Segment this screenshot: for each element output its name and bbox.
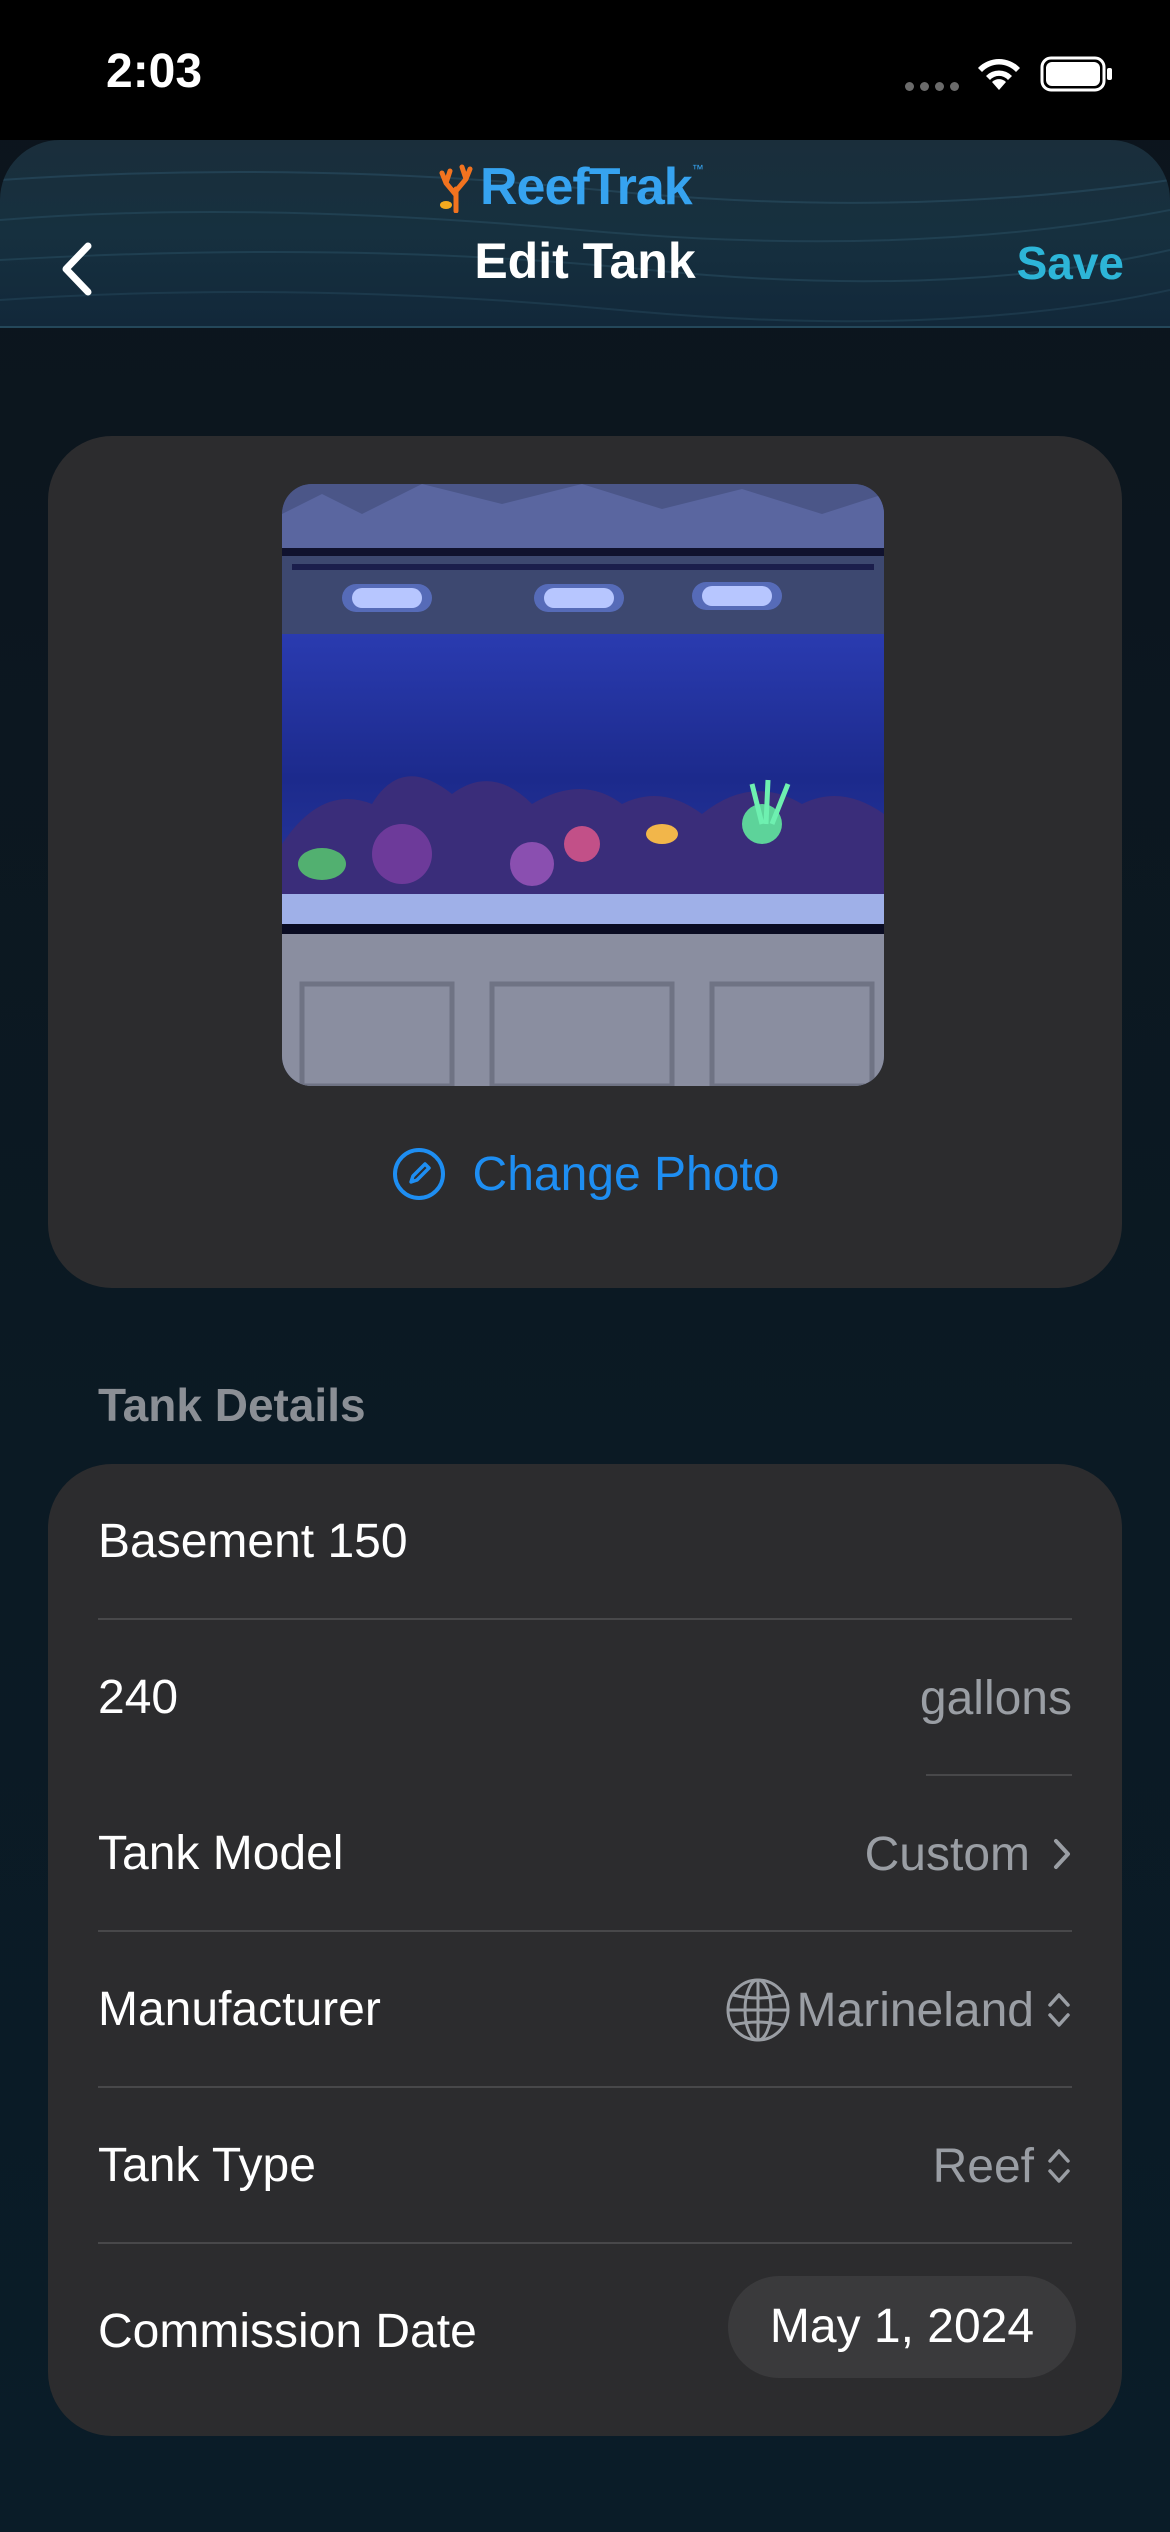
tank-name-field[interactable]: Basement 150 (48, 1464, 1122, 1620)
chevron-up-down-icon (1048, 1993, 1070, 2027)
tank-type-picker[interactable]: Reef (933, 2088, 1072, 2244)
chevron-right-icon (1054, 1839, 1070, 1869)
globe-icon (726, 1978, 790, 2042)
save-button[interactable]: Save (1017, 236, 1124, 290)
commission-date-label: Commission Date (98, 2305, 477, 2358)
tank-volume-field[interactable]: 240 gallons (48, 1620, 1122, 1776)
status-bar: 2:03 (0, 0, 1170, 140)
change-photo-label: Change Photo (472, 1147, 780, 1201)
tank-model-value-group: Custom (865, 1776, 1072, 1932)
tank-type-row[interactable]: Tank Type Reef (48, 2088, 1122, 2244)
commission-date-picker[interactable]: May 1, 2024 (728, 2276, 1076, 2378)
tank-photo-card: Change Photo (48, 436, 1122, 1288)
battery-icon (1040, 56, 1112, 92)
tank-name-value: Basement 150 (98, 1515, 408, 1568)
commission-date-row: Commission Date May 1, 2024 (48, 2254, 1122, 2410)
tank-model-label: Tank Model (98, 1827, 344, 1880)
divider (98, 2242, 1072, 2244)
tank-volume-value: 240 (98, 1671, 179, 1724)
navigation-header: ReefTrak ™ Edit Tank Save (0, 140, 1170, 328)
page-title: Edit Tank (474, 233, 696, 289)
cellular-signal-icon (905, 82, 959, 92)
status-time: 2:03 (106, 45, 203, 98)
change-photo-button[interactable]: Change Photo (48, 1144, 1122, 1204)
section-header-tank-details: Tank Details (98, 1379, 366, 1431)
coral-logo-icon (439, 164, 473, 213)
wifi-icon (978, 59, 1020, 90)
logo-trademark: ™ (691, 162, 704, 176)
tank-type-value: Reef (932, 2139, 1034, 2193)
tank-type-label: Tank Type (98, 2139, 316, 2192)
app-logo: ReefTrak ™ (436, 152, 704, 222)
manufacturer-value: Marineland (796, 1983, 1034, 2037)
manufacturer-label: Manufacturer (98, 1983, 381, 2036)
tank-details-card: Basement 150 240 gallons Tank Model Cust… (48, 1464, 1122, 2436)
logo-text: ReefTrak (480, 158, 693, 216)
tank-model-row[interactable]: Tank Model Custom (48, 1776, 1122, 1932)
volume-unit-label: gallons (919, 1671, 1072, 1725)
tank-photo[interactable] (282, 484, 884, 1086)
chevron-up-down-icon (1048, 2149, 1070, 2183)
manufacturer-row[interactable]: Manufacturer Marineland (48, 1932, 1122, 2088)
volume-unit: gallons (920, 1620, 1072, 1776)
manufacturer-picker[interactable]: Marineland (725, 1932, 1072, 2088)
pencil-circle-icon (392, 1148, 445, 1200)
tank-model-value: Custom (864, 1827, 1030, 1881)
